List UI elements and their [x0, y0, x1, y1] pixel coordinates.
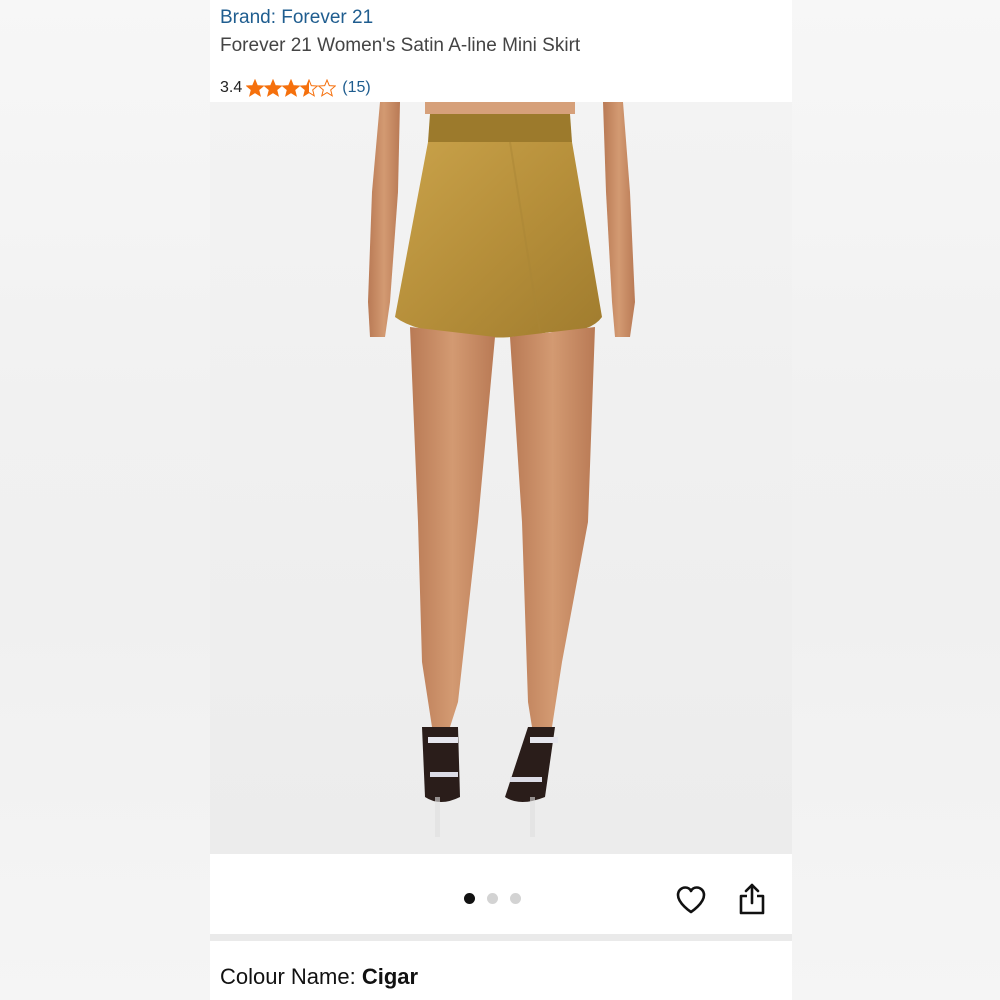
- product-header: Brand: Forever 21 Forever 21 Women's Sat…: [210, 0, 792, 102]
- pagination-dot-1[interactable]: [464, 893, 475, 904]
- brand-link[interactable]: Brand: Forever 21: [220, 7, 373, 29]
- rating-row[interactable]: 3.4 (15): [220, 78, 371, 98]
- pagination-dot-3[interactable]: [510, 893, 521, 904]
- background-left: [0, 0, 210, 1000]
- star-rating: [246, 79, 337, 97]
- colour-label: Colour Name:: [220, 964, 356, 989]
- star-icon: [246, 79, 265, 97]
- product-image[interactable]: [210, 102, 792, 854]
- half-star-icon: [299, 79, 319, 97]
- gallery-controls: [210, 854, 792, 934]
- star-icon: [281, 79, 301, 97]
- product-title: Forever 21 Women's Satin A-line Mini Ski…: [220, 35, 581, 56]
- pagination-dot-2[interactable]: [487, 893, 498, 904]
- section-divider: [210, 934, 792, 941]
- background-right: [792, 0, 1000, 1000]
- heart-icon[interactable]: [675, 884, 707, 916]
- star-icon: [263, 79, 283, 97]
- colour-value: Cigar: [361, 964, 419, 989]
- share-icon[interactable]: [737, 882, 767, 916]
- review-count-link[interactable]: (15): [342, 79, 370, 97]
- rating-value: 3.4: [220, 79, 243, 96]
- product-page: Brand: Forever 21 Forever 21 Women's Sat…: [210, 0, 792, 1000]
- colour-name-row: Colour Name: Cigar: [220, 964, 418, 990]
- image-pagination-dots: [464, 893, 521, 904]
- empty-star-icon: [317, 79, 337, 97]
